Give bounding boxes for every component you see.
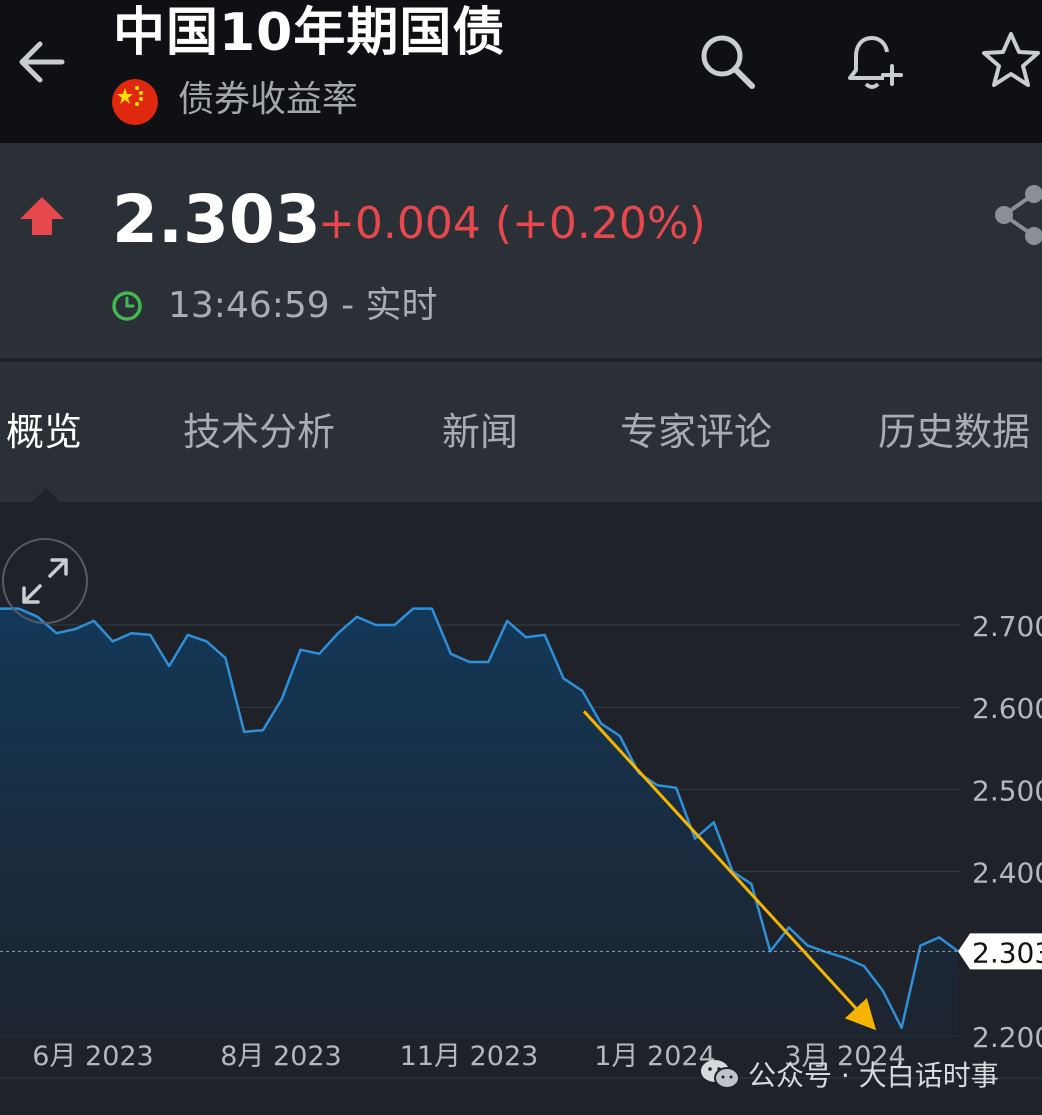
y-tick-label: 2.400 [972, 857, 1042, 890]
alert-add-icon[interactable] [842, 28, 908, 94]
back-arrow-icon[interactable] [10, 30, 74, 94]
yield-chart[interactable]: 2.700 2.600 2.500 2.400 2.200 2.303 6月 2023 8月 … [0, 502, 1042, 1115]
tab-overview[interactable]: 概览 [6, 402, 82, 462]
expand-icon [22, 558, 68, 604]
instrument-type: 债券收益率 [178, 79, 359, 120]
watermark: 公众号 · 大白话时事 [700, 1054, 999, 1094]
price-change: +0.004 (+0.20%) [318, 198, 706, 249]
y-tick-label: 2.600 [972, 692, 1042, 725]
series-area [0, 608, 958, 1040]
tab-technical[interactable]: 技术分析 [183, 402, 335, 462]
y-tick-label: 2.500 [972, 774, 1042, 807]
x-tick-label: 6月 2023 [32, 1041, 153, 1072]
y-tick-label: 2.200 [972, 1021, 1042, 1054]
current-value-label: 2.303 [972, 936, 1042, 969]
active-tab-indicator [32, 488, 60, 502]
x-tick-label: 1月 2024 [594, 1041, 715, 1072]
tab-analysis[interactable]: 专家评论 [620, 402, 772, 462]
last-price: 2.303 [112, 181, 321, 258]
tab-news[interactable]: 新闻 [442, 402, 518, 462]
y-tick-label: 2.700 [972, 610, 1042, 643]
page-title: 中国10年期国债 [113, 3, 506, 63]
quote-timestamp: 13:46:59 - 实时 [168, 285, 438, 326]
x-tick-label: 8月 2023 [220, 1041, 341, 1072]
app-header: 中国10年期国债 债券收益率 [0, 0, 1042, 143]
up-arrow-icon [20, 197, 64, 235]
star-icon[interactable] [978, 28, 1042, 94]
wechat-icon [701, 1060, 740, 1089]
search-icon[interactable] [694, 28, 760, 94]
tab-historical-data[interactable]: 历史数据 [878, 402, 1030, 462]
watermark-text: 公众号 · 大白话时事 [748, 1059, 999, 1092]
clock-icon [112, 291, 142, 321]
x-tick-label: 11月 2023 [400, 1041, 539, 1072]
china-flag-icon [112, 79, 158, 125]
expand-chart-button[interactable] [2, 538, 88, 624]
share-icon[interactable] [990, 182, 1042, 248]
